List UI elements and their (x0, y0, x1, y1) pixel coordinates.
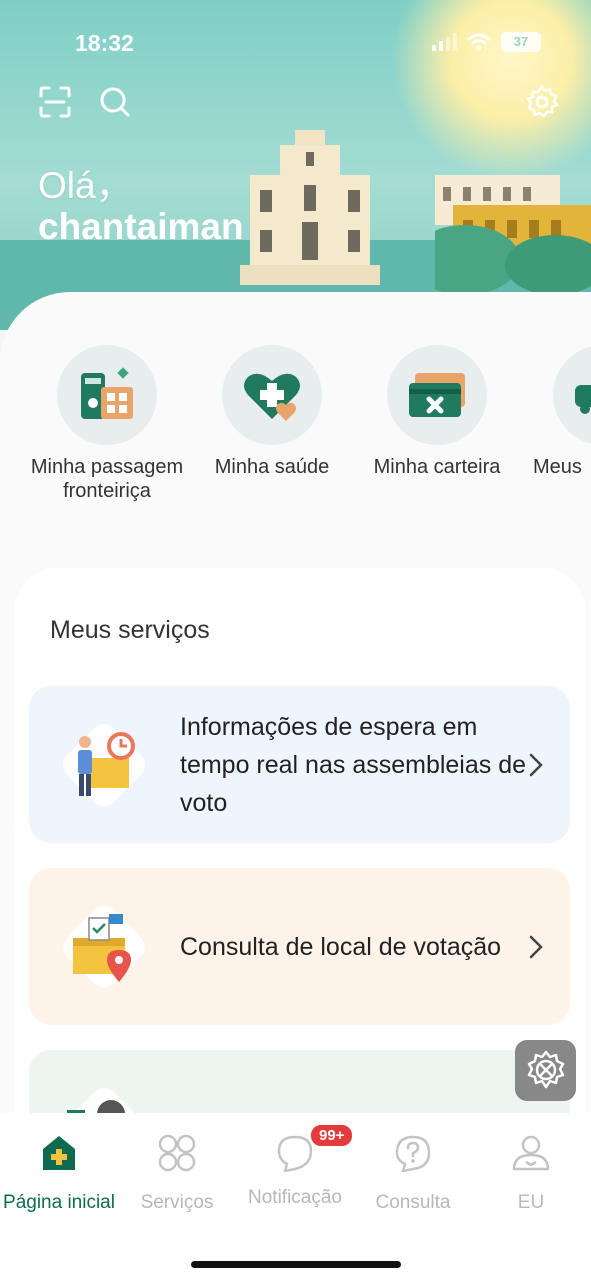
tab-label: Serviços (140, 1192, 214, 1213)
bottom-tab-bar: Página inicial Serviços 99+ Notificação … (0, 1113, 591, 1280)
tab-label: Notificação (248, 1187, 342, 1208)
border-pass-icon (57, 345, 157, 445)
ruins-illustration (240, 130, 380, 285)
wifi-icon (467, 33, 491, 51)
tab-label: EU (517, 1192, 545, 1213)
question-icon (395, 1135, 431, 1173)
tab-profile[interactable]: EU (472, 1131, 590, 1214)
quick-label: Minha carteira (373, 456, 501, 478)
notification-badge: 99+ (309, 1123, 355, 1148)
quick-actions: Minha passagem fronteiriça Minha saúde M… (0, 345, 591, 535)
profile-icon (512, 1135, 550, 1171)
header-banner: 18:32 37 Olá， chantaiman (0, 0, 591, 330)
username: chantaiman (38, 206, 244, 247)
scan-icon[interactable] (38, 85, 72, 119)
status-time: 18:32 (75, 30, 134, 56)
tools-floating-button[interactable] (515, 1040, 576, 1101)
tools-icon (527, 1050, 564, 1088)
tab-services[interactable]: Serviços (118, 1131, 236, 1214)
services-grid-icon (158, 1134, 196, 1172)
quick-vehicles[interactable]: Meus (517, 345, 591, 479)
tab-consulta[interactable]: Consulta (354, 1131, 472, 1214)
status-icons: 37 (432, 32, 541, 52)
health-heart-icon (222, 345, 322, 445)
service-label: Consulta de local de votação (180, 932, 502, 961)
quick-wallet[interactable]: Minha carteira (352, 345, 522, 479)
tab-label: Consulta (375, 1192, 451, 1213)
search-icon[interactable] (98, 85, 132, 119)
home-indicator (191, 1261, 401, 1268)
sun-illustration (391, 0, 591, 180)
quick-label: Minha saúde (214, 456, 330, 478)
quick-health[interactable]: Minha saúde (187, 345, 357, 479)
greeting-text: Olá， (38, 165, 133, 206)
battery-indicator: 37 (501, 32, 541, 52)
chevron-right-icon (529, 935, 543, 958)
tab-notifications[interactable]: 99+ Notificação (236, 1123, 355, 1209)
quick-border-pass[interactable]: Minha passagem fronteiriça (22, 345, 192, 503)
quick-label: Minha passagem fronteiriça (30, 456, 184, 502)
town-illustration (435, 175, 591, 295)
voting-wait-icon (63, 723, 145, 806)
quick-label: Meus (533, 456, 582, 478)
voting-location-icon (63, 905, 145, 988)
service-label: Informações de espera em tempo real nas … (180, 712, 527, 817)
chevron-right-icon (529, 753, 543, 776)
services-title: Meus serviços (50, 616, 210, 644)
tab-label: Página inicial (3, 1192, 115, 1213)
car-icon (553, 345, 591, 445)
tab-home[interactable]: Página inicial (0, 1131, 118, 1214)
service-voting-location[interactable]: Consulta de local de votação (29, 868, 570, 1025)
settings-icon[interactable] (525, 85, 559, 119)
service-voting-wait[interactable]: Informações de espera em tempo real nas … (29, 686, 570, 843)
signal-icon (432, 33, 457, 51)
home-icon (43, 1136, 75, 1170)
wallet-card-icon (387, 345, 487, 445)
notification-icon-wrap: 99+ (273, 1123, 355, 1175)
